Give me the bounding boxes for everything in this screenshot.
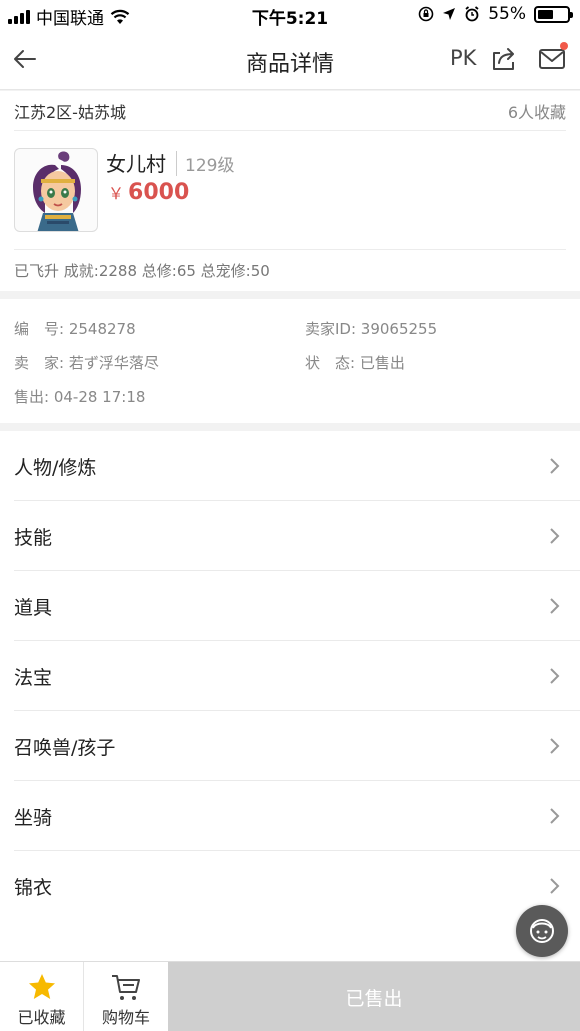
- menu-item-label: 锦衣: [14, 877, 53, 899]
- character-portrait: [33, 151, 81, 231]
- cart-button[interactable]: 购物车: [84, 962, 168, 1031]
- status-bar: 中国联通 下午5:21 55%: [0, 0, 580, 30]
- customer-service-button[interactable]: [516, 905, 568, 957]
- favorite-button[interactable]: 已收藏: [0, 962, 84, 1031]
- seller-name: 卖 家: 若ず浮华落尽: [14, 354, 159, 372]
- cart-icon: [112, 975, 140, 1000]
- bottom-bar: 已收藏 购物车 已售出: [0, 961, 580, 1031]
- menu-item-label: 召唤兽/孩子: [14, 737, 116, 759]
- alarm-icon: [465, 6, 479, 22]
- menu-item-outfits[interactable]: 锦衣: [0, 851, 580, 921]
- character-stats: 已飞升 成就:2288 总修:65 总宠修:50: [14, 249, 566, 291]
- menu-item-label: 坐骑: [14, 807, 53, 829]
- star-icon: [29, 974, 55, 999]
- location-icon: [443, 8, 456, 20]
- favorite-count: 6人收藏: [507, 102, 566, 122]
- menu-item-label: 法宝: [14, 667, 53, 689]
- character-avatar[interactable]: [14, 148, 98, 232]
- customer-service-icon: [530, 919, 554, 943]
- chevron-right-icon: [550, 458, 560, 474]
- character-school: 女儿村: [106, 152, 166, 176]
- menu-item-label: 人物/修炼: [14, 457, 97, 479]
- menu-item-label: 技能: [14, 527, 53, 549]
- chevron-right-icon: [550, 808, 560, 824]
- item-info-card: 编 号: 2548278 卖家ID: 39065255 卖 家: 若ず浮华落尽 …: [0, 299, 580, 423]
- detail-menu: 人物/修炼 技能 道具 法宝 召唤兽/孩子 坐骑 锦衣: [0, 431, 580, 961]
- sold-out-button[interactable]: 已售出: [168, 962, 580, 1031]
- currency-symbol: ￥: [108, 184, 125, 203]
- menu-item-skills[interactable]: 技能: [0, 501, 580, 571]
- nav-bar: 商品详情 PK: [0, 30, 580, 90]
- menu-item-treasures[interactable]: 法宝: [0, 641, 580, 711]
- price: ￥ 6000: [108, 180, 189, 205]
- chevron-right-icon: [550, 738, 560, 754]
- sold-time: 售出: 04-28 17:18: [14, 388, 146, 406]
- server-row: 江苏2区-姑苏城 6人收藏: [14, 91, 566, 131]
- battery-icon: [534, 5, 573, 23]
- chevron-right-icon: [550, 878, 560, 894]
- orientation-lock-icon: [418, 6, 434, 22]
- battery-percent: 55%: [488, 4, 526, 24]
- item-status: 状 态: 已售出: [305, 354, 405, 372]
- favorite-label: 已收藏: [17, 1008, 66, 1027]
- cart-label: 购物车: [101, 1008, 150, 1027]
- character-level: 129级: [176, 151, 234, 176]
- price-value: 6000: [128, 180, 190, 205]
- server-name: 江苏2区-姑苏城: [14, 102, 126, 122]
- chevron-right-icon: [550, 528, 560, 544]
- menu-item-mounts[interactable]: 坐骑: [0, 781, 580, 851]
- pk-button[interactable]: PK: [450, 46, 476, 70]
- item-summary-card: 江苏2区-姑苏城 6人收藏 女儿村 129级 ￥ 6000 已飞升 成就:2288…: [0, 91, 580, 291]
- menu-item-items[interactable]: 道具: [0, 571, 580, 641]
- share-icon[interactable]: [489, 44, 519, 74]
- menu-item-character[interactable]: 人物/修炼: [0, 431, 580, 501]
- chevron-right-icon: [550, 598, 560, 614]
- message-badge: [560, 42, 568, 50]
- menu-item-label: 道具: [14, 597, 53, 619]
- chevron-right-icon: [550, 668, 560, 684]
- menu-item-pets[interactable]: 召唤兽/孩子: [0, 711, 580, 781]
- item-number: 编 号: 2548278: [14, 320, 136, 338]
- seller-id: 卖家ID: 39065255: [305, 320, 438, 338]
